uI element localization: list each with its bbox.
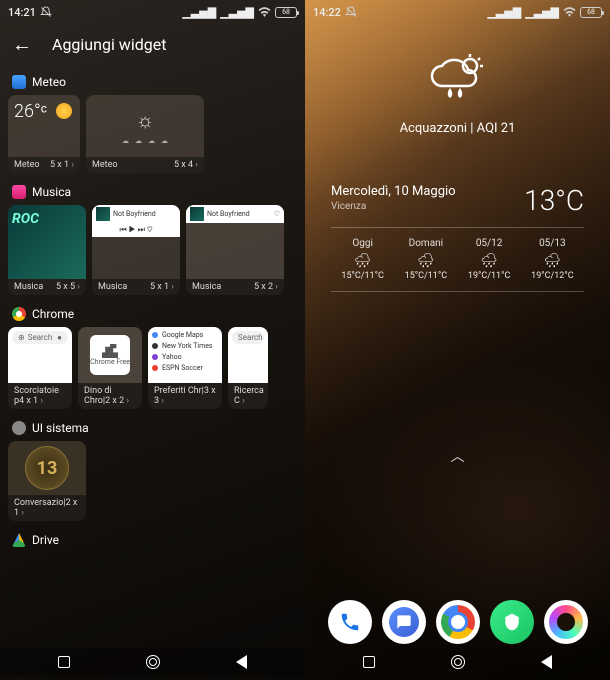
signal-icon: ▁▃▅▇ xyxy=(182,6,216,19)
signal-icon: ▁▃▅▇ xyxy=(487,6,521,19)
weather-location: Vicenza xyxy=(331,201,456,212)
rain-icon: 🌧 xyxy=(394,253,457,269)
widget-chrome-search[interactable]: Search Ricerca C xyxy=(228,327,268,409)
forecast-row: Oggi 🌧 15°C/11°C Domani 🌧 15°C/11°C 05/1… xyxy=(331,238,584,281)
rain-icon: 🌧 xyxy=(331,253,394,269)
wifi-icon xyxy=(563,7,576,17)
section-meteo: Meteo 26°ᶜ Meteo5 x 1 ☼ ☁☁☁☁ Meteo5 x 4 xyxy=(0,75,305,181)
dock-chrome-icon[interactable] xyxy=(436,600,480,644)
section-head-meteo[interactable]: Meteo xyxy=(12,75,297,89)
rain-icon: 🌧 xyxy=(458,253,521,269)
sun-icon xyxy=(56,103,72,119)
nav-back-icon[interactable] xyxy=(541,655,552,669)
widget-ui-conversazioni[interactable]: 13 Conversazio|2 x 1 xyxy=(8,441,86,521)
signal-icon-2: ▁▃▅▇ xyxy=(525,6,559,19)
widget-chrome-bookmarks[interactable]: Google Maps New York Times Yahoo ESPN So… xyxy=(148,327,222,409)
header: ← Aggiungi widget xyxy=(0,22,305,71)
section-label: Meteo xyxy=(32,75,66,89)
widget-chrome-shortcuts[interactable]: ⊕Search● Scorciatoie p4 x 1 xyxy=(8,327,72,409)
section-label: UI sistema xyxy=(32,421,89,435)
nav-home-icon[interactable] xyxy=(451,655,465,669)
status-time: 14:21 xyxy=(8,6,36,19)
dnd-icon xyxy=(40,6,52,18)
search-pill: ⊕Search● xyxy=(12,331,68,344)
weather-date: Mercoledì, 10 Maggio xyxy=(331,184,456,199)
section-drive: Drive xyxy=(0,533,305,547)
section-head-chrome[interactable]: Chrome xyxy=(12,307,297,321)
section-head-drive[interactable]: Drive xyxy=(12,533,297,547)
widget-musica-5x5[interactable]: Musica5 x 5 xyxy=(8,205,86,295)
weather-temp: 13°C xyxy=(524,184,584,217)
drive-app-icon xyxy=(12,533,26,547)
weather-hero-icon xyxy=(428,52,488,115)
music-bar: Not Boyfriend ♡ xyxy=(186,205,284,223)
weather-hero-label: Acquazzoni | AQI 21 xyxy=(319,121,596,136)
divider xyxy=(331,227,584,228)
dock-gallery-icon[interactable] xyxy=(544,600,588,644)
statusbar: 14:22 ▁▃▅▇ ▁▃▅▇ 68 xyxy=(305,0,610,22)
dock xyxy=(305,600,610,644)
album-cover-icon xyxy=(190,207,204,221)
app-drawer-handle-icon[interactable]: ︿ xyxy=(319,446,596,466)
battery-icon: 68 xyxy=(275,7,297,18)
nav-recents-icon[interactable] xyxy=(58,656,70,668)
dino-tile: Chrome Free xyxy=(90,335,130,375)
rain-icon: 🌧 xyxy=(521,253,584,269)
android-13-icon: 13 xyxy=(25,446,69,490)
widget-list[interactable]: Meteo 26°ᶜ Meteo5 x 1 ☼ ☁☁☁☁ Meteo5 x 4 xyxy=(0,71,305,671)
dnd-icon xyxy=(345,6,357,18)
page-title: Aggiungi widget xyxy=(52,35,166,54)
widget-meteo-5x4[interactable]: ☼ ☁☁☁☁ Meteo5 x 4 xyxy=(86,95,204,173)
section-musica: Musica Musica5 x 5 Not Boyfriend ⏮ ▶ ⏭ ♡ xyxy=(0,185,305,303)
battery-icon: 68 xyxy=(580,7,602,18)
back-icon[interactable]: ← xyxy=(12,32,32,57)
section-ui-sistema: UI sistema 13 Conversazio|2 x 1 xyxy=(0,421,305,529)
mini-forecast: ☁☁☁☁ xyxy=(122,137,168,145)
music-controls: ⏮ ▶ ⏭ ♡ xyxy=(92,223,180,237)
nav-home-icon[interactable] xyxy=(146,655,160,669)
section-chrome: Chrome ⊕Search● Scorciatoie p4 x 1 Chrom… xyxy=(0,307,305,417)
dino-icon xyxy=(102,344,118,358)
dock-messages-icon[interactable] xyxy=(382,600,426,644)
navbar xyxy=(305,648,610,676)
forecast-day-3: 05/12 🌧 19°C/11°C xyxy=(458,238,521,281)
weather-hero-widget[interactable]: Acquazzoni | AQI 21 xyxy=(319,52,596,136)
chrome-app-icon xyxy=(12,307,26,321)
music-bar: Not Boyfriend xyxy=(92,205,180,223)
weather-card-widget[interactable]: Mercoledì, 10 Maggio Vicenza 13°C Oggi 🌧… xyxy=(319,174,596,316)
section-head-ui[interactable]: UI sistema xyxy=(12,421,297,435)
widget-chrome-dino[interactable]: Chrome Free Dino di Chro|2 x 2 xyxy=(78,327,142,409)
widget-picker-screen: 14:21 ▁▃▅▇ ▁▃▅▇ 68 ← Aggiungi widget Met… xyxy=(0,0,305,680)
ui-app-icon xyxy=(12,421,26,435)
home-screen: 14:22 ▁▃▅▇ ▁▃▅▇ 68 Acquazzoni | AQI 21 xyxy=(305,0,610,680)
widget-musica-5x1[interactable]: Not Boyfriend ⏮ ▶ ⏭ ♡ Musica5 x 1 xyxy=(92,205,180,295)
section-head-musica[interactable]: Musica xyxy=(12,185,297,199)
wifi-icon xyxy=(258,7,271,17)
dock-phone-icon[interactable] xyxy=(328,600,372,644)
album-cover-icon xyxy=(96,207,110,221)
section-label: Drive xyxy=(32,533,59,547)
status-time: 14:22 xyxy=(313,6,341,19)
section-label: Musica xyxy=(32,185,71,199)
navbar xyxy=(0,648,305,676)
signal-icon-2: ▁▃▅▇ xyxy=(220,6,254,19)
forecast-day-2: Domani 🌧 15°C/11°C xyxy=(394,238,457,281)
statusbar: 14:21 ▁▃▅▇ ▁▃▅▇ 68 xyxy=(0,0,305,22)
widget-musica-5x2[interactable]: Not Boyfriend ♡ Musica5 x 2 xyxy=(186,205,284,295)
divider xyxy=(331,291,584,292)
widget-meteo-5x1[interactable]: 26°ᶜ Meteo5 x 1 xyxy=(8,95,80,173)
sun-outline-icon: ☼ xyxy=(136,108,154,133)
forecast-day-1: Oggi 🌧 15°C/11°C xyxy=(331,238,394,281)
forecast-day-4: 05/13 🌧 19°C/12°C xyxy=(521,238,584,281)
nav-back-icon[interactable] xyxy=(236,655,247,669)
dock-security-icon[interactable] xyxy=(490,600,534,644)
section-label: Chrome xyxy=(32,307,74,321)
musica-app-icon xyxy=(12,185,26,199)
nav-recents-icon[interactable] xyxy=(363,656,375,668)
meteo-app-icon xyxy=(12,75,26,89)
